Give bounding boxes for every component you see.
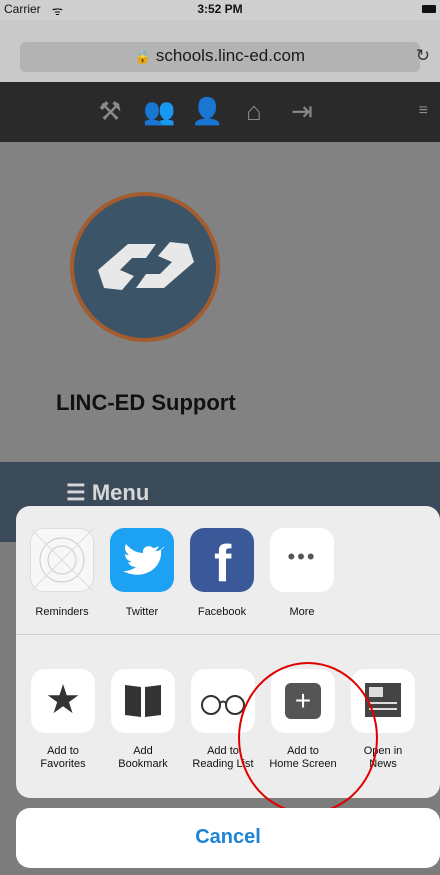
browser-address-area: 🔒 schools.linc-ed.com ↻	[0, 20, 440, 82]
share-app-reminders[interactable]: Reminders	[24, 528, 100, 618]
share-app-label: Twitter	[125, 606, 159, 618]
site-nav: ⚒ 👥 👤 ⌂ ⇥ ≡	[0, 82, 440, 142]
star-icon: ★	[31, 669, 95, 733]
share-app-facebook[interactable]: f Facebook	[184, 528, 260, 618]
reload-icon[interactable]: ↻	[416, 46, 430, 66]
home-icon[interactable]: ⌂	[239, 96, 269, 126]
status-bar: Carrier ᯤ 3:52 PM	[0, 0, 440, 20]
share-app-label: Facebook	[197, 606, 247, 618]
site-logo	[70, 192, 220, 342]
menu-button[interactable]: ☰ Menu	[66, 480, 149, 506]
page-content: LINC-ED Support	[0, 142, 440, 462]
site-title: LINC-ED Support	[56, 390, 236, 415]
share-apps-row: Reminders Twitter f Facebook ••• More	[16, 506, 440, 635]
twitter-icon	[110, 528, 174, 592]
action-add-to-favorites[interactable]: ★ Add to Favorites	[24, 669, 102, 771]
cancel-button[interactable]: Cancel	[16, 808, 440, 868]
book-icon	[111, 669, 175, 733]
users-icon[interactable]: 👥	[143, 96, 175, 126]
share-app-twitter[interactable]: Twitter	[104, 528, 180, 618]
logout-icon[interactable]: ⇥	[287, 96, 317, 126]
share-app-more[interactable]: ••• More	[264, 528, 340, 618]
share-actions-row: ★ Add to Favorites Add Bookmark Add to Read…	[16, 635, 440, 798]
user-icon[interactable]: 👤	[191, 96, 223, 126]
hamburger-icon[interactable]: ≡	[419, 102, 428, 120]
more-icon: •••	[270, 528, 334, 592]
tools-icon[interactable]: ⚒	[95, 96, 125, 126]
share-app-label: Reminders	[35, 606, 89, 618]
facebook-icon: f	[190, 528, 254, 593]
lock-icon: 🔒	[134, 49, 152, 64]
battery-icon	[422, 5, 436, 13]
action-add-bookmark[interactable]: Add Bookmark	[104, 669, 182, 771]
highlight-circle	[238, 662, 378, 814]
status-time: 3:52 PM	[197, 2, 243, 16]
share-app-label: More	[289, 606, 315, 618]
reminders-icon	[30, 528, 94, 592]
address-text[interactable]: 🔒 schools.linc-ed.com	[0, 46, 440, 66]
